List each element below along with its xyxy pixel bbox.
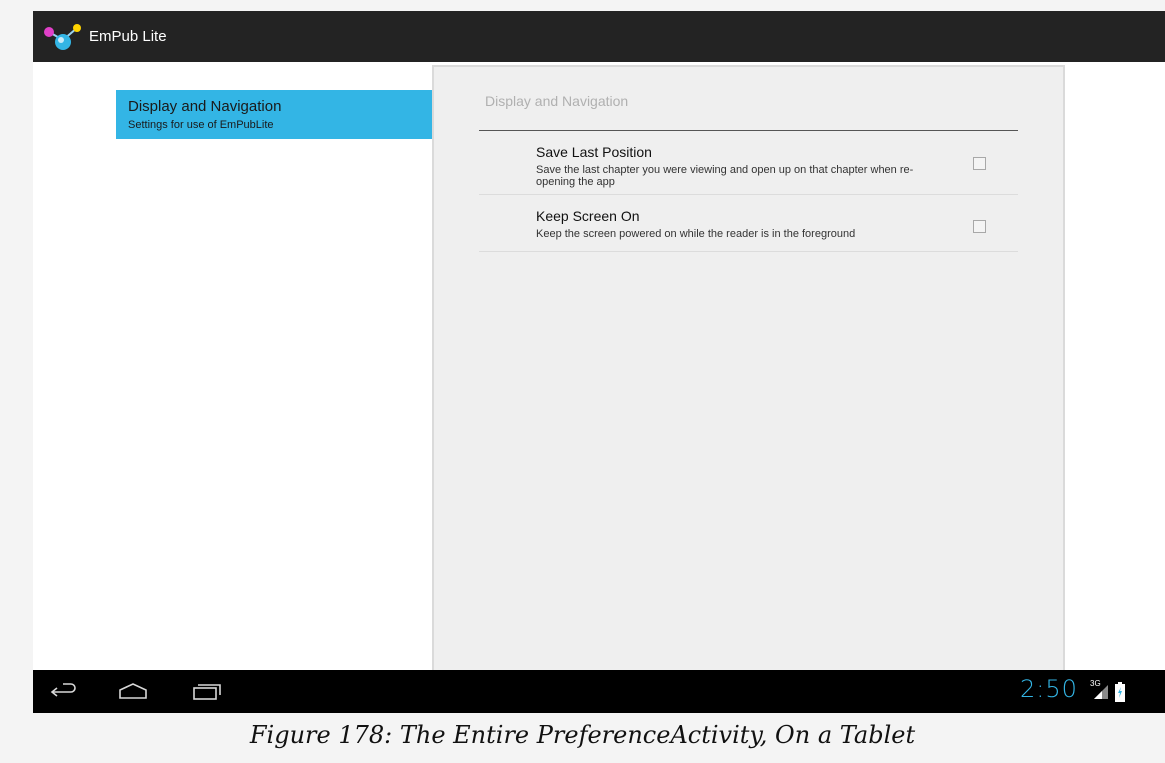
recent-apps-icon[interactable]	[189, 679, 223, 705]
signal-icon	[1092, 683, 1110, 701]
pref-summary: Keep the screen powered on while the rea…	[536, 228, 856, 240]
header-title: Display and Navigation	[128, 98, 282, 115]
pref-summary: Save the last chapter you were viewing a…	[536, 164, 914, 188]
battery-charging-icon	[1115, 682, 1125, 702]
header-summary: Settings for use of EmPubLite	[128, 119, 274, 131]
pref-keep-screen-on[interactable]: Keep Screen On Keep the screen powered o…	[479, 195, 1018, 252]
header-item-display-navigation[interactable]: Display and Navigation Settings for use …	[116, 90, 432, 139]
back-arrow-icon[interactable]	[47, 679, 81, 705]
preferences-panel: Display and Navigation Save Last Positio…	[432, 65, 1065, 672]
pref-save-last-position[interactable]: Save Last Position Save the last chapter…	[479, 131, 1018, 195]
app-title: EmPub Lite	[89, 28, 167, 45]
status-clock: 2:50	[1020, 675, 1078, 703]
home-icon[interactable]	[116, 679, 150, 705]
pref-title: Save Last Position	[536, 144, 652, 160]
save-last-position-checkbox[interactable]	[973, 157, 986, 170]
preference-activity: Display and Navigation Settings for use …	[33, 62, 1165, 672]
list-divider	[479, 251, 1018, 252]
action-bar: EmPub Lite	[33, 11, 1165, 62]
molecule-logo-icon[interactable]	[43, 22, 85, 52]
pref-title: Keep Screen On	[536, 208, 640, 224]
preference-category-title: Display and Navigation	[485, 93, 629, 109]
tablet-screen: EmPub Lite Display and Navigation Settin…	[33, 11, 1165, 713]
keep-screen-on-checkbox[interactable]	[973, 220, 986, 233]
system-navigation-bar: 2:50 3G	[33, 670, 1165, 713]
figure-caption: Figure 178: The Entire PreferenceActivit…	[249, 721, 916, 749]
